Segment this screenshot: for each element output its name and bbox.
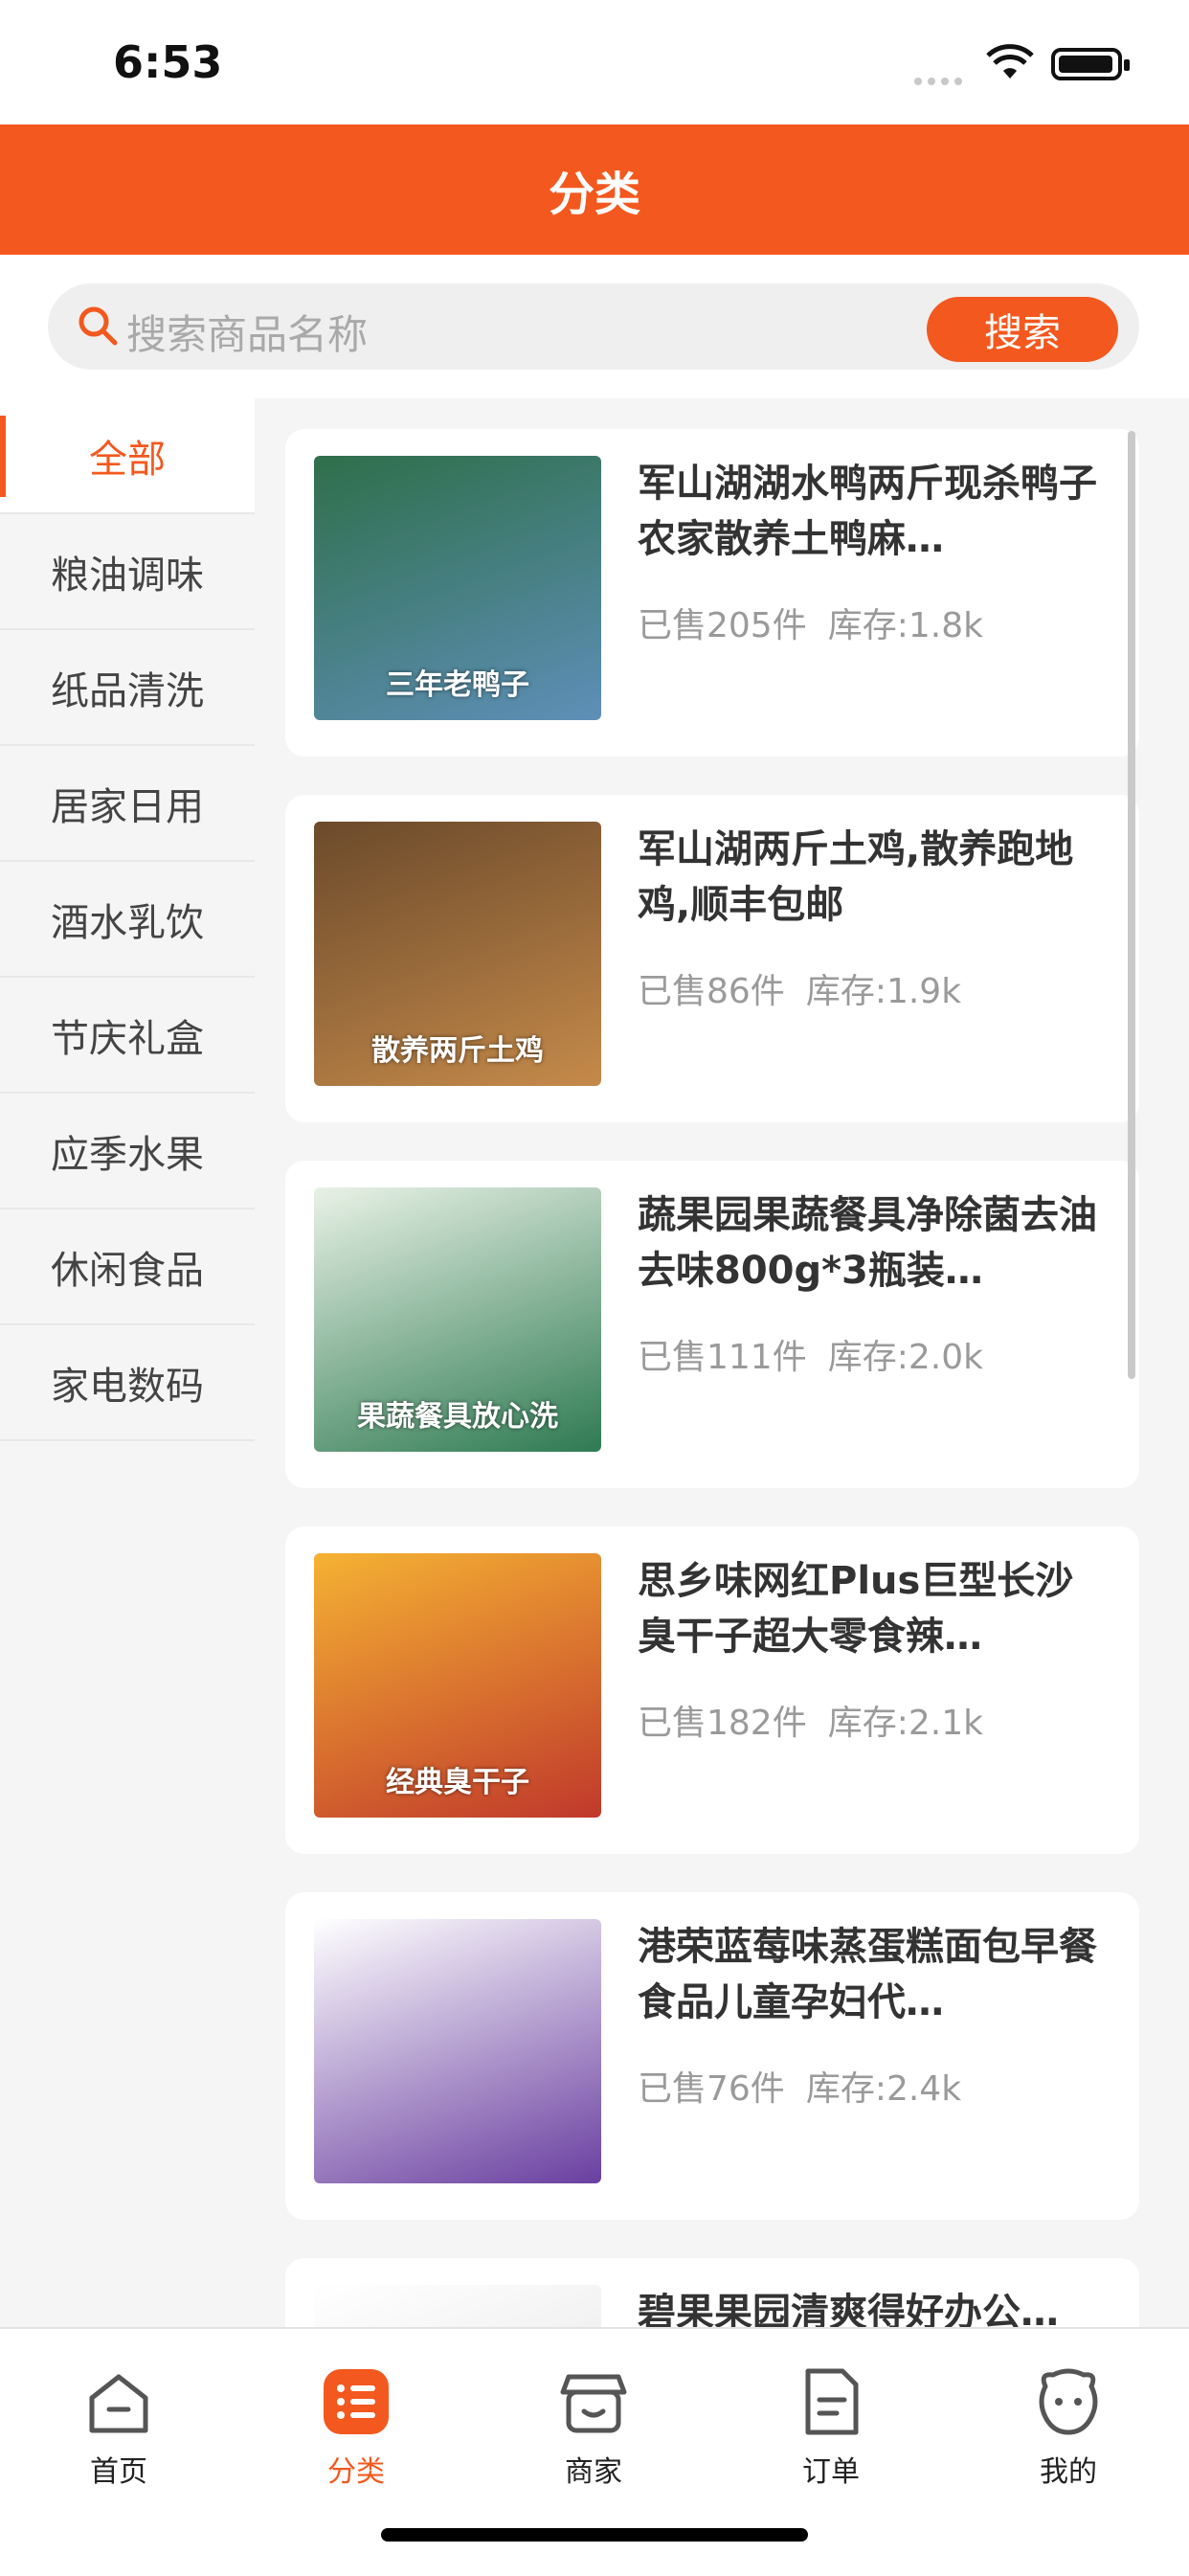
product-image: 散养两斤土鸡 <box>314 822 601 1086</box>
sidebar-item[interactable]: 酒水乳饮 <box>0 862 255 978</box>
battery-icon <box>1051 48 1130 80</box>
face-icon <box>1030 2363 1107 2440</box>
product-image: 果蔬餐具放心洗 <box>314 1187 601 1452</box>
sidebar-item[interactable]: 粮油调味 <box>0 514 255 630</box>
search-button[interactable]: 搜索 <box>927 297 1118 362</box>
search-input[interactable]: 搜索商品名称 搜索 <box>48 283 1139 370</box>
product-card[interactable]: 散养两斤土鸡 军山湖两斤土鸡,散养跑地鸡,顺丰包邮已售86件 库存:1.9k <box>285 795 1139 1122</box>
search-icon <box>79 306 118 346</box>
stock-count: 库存:2.4k <box>805 2069 962 2109</box>
stock-count: 库存:2.1k <box>827 1704 983 1743</box>
category-sidebar: 全部 粮油调味 纸品清洗 居家日用 酒水乳饮 节庆礼盒 应季水果 休闲食品 家电数码 <box>0 398 255 2327</box>
home-indicator <box>381 2528 808 2542</box>
product-card[interactable]: 碧果果园清爽得好办公… <box>285 2258 1139 2327</box>
stock-count: 库存:1.8k <box>827 606 983 645</box>
stock-count: 库存:2.0k <box>827 1338 983 1377</box>
product-name[interactable]: 蔬果园果蔬餐具净除菌去油去味800g*3瓶装… <box>638 1187 1107 1299</box>
product-card[interactable]: 港荣蓝莓味蒸蛋糕面包早餐食品儿童孕妇代… 已售76件 库存:2.4k <box>285 1892 1139 2220</box>
product-image-caption: 果蔬餐具放心洗 <box>357 1400 558 1434</box>
sold-count: 已售182件 <box>638 1704 807 1743</box>
product-meta: 已售76件 库存:2.4k <box>638 2061 961 2111</box>
sold-count: 已售205件 <box>638 606 807 645</box>
product-image: 经典臭干子 <box>314 1553 601 1818</box>
tab-face[interactable]: 我的 <box>973 2363 1164 2490</box>
scrollbar[interactable] <box>1128 431 1135 1379</box>
sidebar-item[interactable]: 全部 <box>0 398 255 514</box>
tab-label: 订单 <box>802 2455 860 2489</box>
product-name[interactable]: 思乡味网红Plus巨型长沙臭干子超大零食辣… <box>638 1553 1107 1664</box>
tab-store[interactable]: 商家 <box>498 2363 689 2490</box>
product-image-caption: 三年老鸭子 <box>386 668 529 702</box>
sidebar-item[interactable]: 应季水果 <box>0 1094 255 1209</box>
sidebar-item[interactable]: 居家日用 <box>0 746 255 862</box>
status-bar: 6:53 <box>0 0 1189 124</box>
signal-icon <box>914 71 972 85</box>
list-icon <box>318 2363 394 2440</box>
search-placeholder: 搜索商品名称 <box>126 311 369 358</box>
tab-label: 商家 <box>565 2455 622 2489</box>
product-list: 三年老鸭子 军山湖湖水鸭两斤现杀鸭子农家散养土鸭麻… 已售205件 库存:1.8k 散养… <box>255 398 1189 2327</box>
product-image <box>314 1919 601 2183</box>
product-meta: 已售111件 库存:2.0k <box>638 1329 983 1379</box>
sold-count: 已售111件 <box>638 1338 807 1377</box>
sidebar-item[interactable]: 休闲食品 <box>0 1209 255 1325</box>
product-card[interactable]: 果蔬餐具放心洗 蔬果园果蔬餐具净除菌去油去味800g*3瓶装… 已售111件 库存:2… <box>285 1161 1139 1488</box>
product-image: 三年老鸭子 <box>314 456 601 720</box>
status-time: 6:53 <box>113 36 223 88</box>
sold-count: 已售86件 <box>638 972 785 1011</box>
product-meta: 已售86件 库存:1.9k <box>638 963 961 1013</box>
document-icon <box>793 2363 869 2440</box>
product-meta: 已售182件 库存:2.1k <box>638 1695 983 1745</box>
product-name[interactable]: 港荣蓝莓味蒸蛋糕面包早餐食品儿童孕妇代… <box>638 1919 1107 2030</box>
tab-label: 分类 <box>327 2455 385 2489</box>
sidebar-item[interactable]: 家电数码 <box>0 1325 255 1441</box>
sold-count: 已售76件 <box>638 2069 785 2109</box>
product-image-caption: 散养两斤土鸡 <box>371 1034 544 1068</box>
sidebar-item[interactable]: 节庆礼盒 <box>0 978 255 1094</box>
product-image <box>314 2285 601 2327</box>
product-card[interactable]: 三年老鸭子 军山湖湖水鸭两斤现杀鸭子农家散养土鸭麻… 已售205件 库存:1.8k <box>285 429 1139 757</box>
product-name[interactable]: 碧果果园清爽得好办公… <box>638 2285 1107 2327</box>
tab-label: 首页 <box>90 2455 147 2489</box>
stock-count: 库存:1.9k <box>805 972 962 1011</box>
sidebar-item[interactable]: 纸品清洗 <box>0 630 255 746</box>
store-icon <box>555 2363 632 2440</box>
search-section: 搜索商品名称 搜索 <box>0 255 1189 398</box>
product-card[interactable]: 经典臭干子 思乡味网红Plus巨型长沙臭干子超大零食辣… 已售182件 库存:2.1k <box>285 1526 1139 1854</box>
wifi-icon <box>986 44 1034 79</box>
page-title: 分类 <box>548 168 640 221</box>
product-name[interactable]: 军山湖湖水鸭两斤现杀鸭子农家散养土鸭麻… <box>638 456 1107 567</box>
title-bar: 分类 <box>0 124 1189 255</box>
tab-list[interactable]: 分类 <box>260 2363 452 2490</box>
home-icon <box>80 2363 157 2440</box>
product-image-caption: 经典臭干子 <box>386 1766 529 1799</box>
product-name[interactable]: 军山湖两斤土鸡,散养跑地鸡,顺丰包邮 <box>638 822 1107 933</box>
product-meta: 已售205件 库存:1.8k <box>638 598 983 647</box>
tab-home[interactable]: 首页 <box>23 2363 214 2490</box>
tab-label: 我的 <box>1040 2455 1097 2489</box>
tab-document[interactable]: 订单 <box>735 2363 927 2490</box>
